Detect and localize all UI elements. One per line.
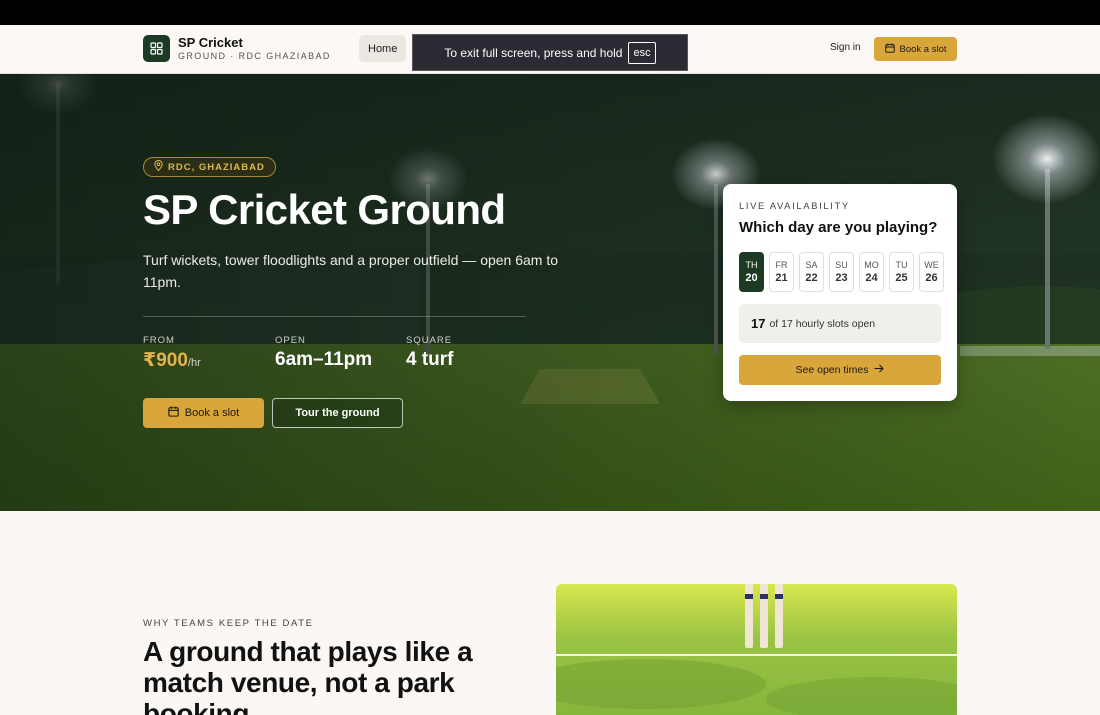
calendar-icon <box>884 42 895 56</box>
stat-square: SQUARE 4 turf <box>406 335 454 371</box>
slots-open-text: of 17 hourly slots open <box>769 317 876 330</box>
availability-title: Which day are you playing? <box>739 219 938 236</box>
stat-hours-label: OPEN <box>275 335 306 346</box>
day-num: 20 <box>745 271 758 284</box>
brand-subtitle: GROUND · RDC GHAZIABAD <box>178 50 331 61</box>
hero-section: RDC, GHAZIABAD SP Cricket Ground Turf wi… <box>0 74 1100 511</box>
stumps-photo <box>556 584 957 715</box>
day-option-mo[interactable]: MO 24 <box>859 252 884 292</box>
hero-description: Turf wickets, tower floodlights and a pr… <box>143 252 559 290</box>
day-dow: TH <box>745 259 758 270</box>
header-book-slot-label: Book a slot <box>899 43 947 55</box>
stat-hours-value: 6am–11pm <box>275 349 373 370</box>
brand-name: SP Cricket <box>178 34 243 50</box>
brand[interactable]: SP Cricket GROUND · RDC GHAZIABAD <box>143 35 331 62</box>
calendar-icon <box>168 406 179 420</box>
day-option-we[interactable]: WE 26 <box>919 252 944 292</box>
nav-home-link[interactable]: Home <box>359 35 407 62</box>
day-dow: SU <box>835 259 848 270</box>
fullscreen-exit-toast: To exit full screen, press and hold esc <box>412 34 688 71</box>
why-section: WHY TEAMS KEEP THE DATE A ground that pl… <box>0 511 1100 715</box>
hero-book-slot-label: Book a slot <box>184 407 240 419</box>
header-book-slot-button[interactable]: Book a slot <box>874 37 957 61</box>
stat-square-value: 4 turf <box>406 349 454 370</box>
browser-top-bar <box>0 0 1100 25</box>
stat-hours: OPEN 6am–11pm <box>275 335 372 371</box>
day-dow: MO <box>864 259 879 270</box>
see-open-times-label: See open times <box>795 364 869 376</box>
stat-square-label: SQUARE <box>406 335 453 346</box>
day-option-tu[interactable]: TU 25 <box>889 252 914 292</box>
tour-ground-button[interactable]: Tour the ground <box>272 398 403 428</box>
see-open-times-button[interactable]: See open times <box>739 355 941 385</box>
day-dow: FR <box>775 259 788 270</box>
availability-kicker: LIVE AVAILABILITY <box>739 201 850 212</box>
sign-in-link[interactable]: Sign in <box>830 42 861 53</box>
slots-summary: 17 of 17 hourly slots open <box>739 304 941 343</box>
day-option-th[interactable]: TH 20 <box>739 252 764 292</box>
grid-logo-icon <box>143 35 170 62</box>
location-pill: RDC, GHAZIABAD <box>143 157 276 177</box>
day-picker: TH 20 FR 21 SA 22 SU 23 MO 24 TU 25 WE 26 <box>739 252 944 292</box>
availability-card: LIVE AVAILABILITY Which day are you play… <box>723 184 957 401</box>
day-dow: SA <box>805 259 818 270</box>
slots-open-count: 17 <box>751 316 766 331</box>
esc-key-badge: esc <box>628 41 656 64</box>
stat-price-value: ₹900 <box>143 350 188 371</box>
day-option-sa[interactable]: SA 22 <box>799 252 824 292</box>
hero-book-slot-button[interactable]: Book a slot <box>143 398 264 428</box>
hero-divider <box>143 316 526 317</box>
day-option-fr[interactable]: FR 21 <box>769 252 794 292</box>
day-num: 25 <box>895 271 908 284</box>
hero-title: SP Cricket Ground <box>143 186 506 233</box>
day-num: 26 <box>925 271 938 284</box>
day-dow: WE <box>924 259 939 270</box>
day-num: 23 <box>835 271 848 284</box>
fullscreen-toast-message: To exit full screen, press and hold <box>444 45 623 60</box>
day-dow: TU <box>895 259 908 270</box>
day-option-su[interactable]: SU 23 <box>829 252 854 292</box>
location-label: RDC, GHAZIABAD <box>168 161 265 173</box>
stat-price: FROM ₹900/hr <box>143 335 201 372</box>
day-num: 21 <box>775 271 788 284</box>
why-title: A ground that plays like a match venue, … <box>143 636 473 715</box>
day-num: 24 <box>865 271 878 284</box>
stat-price-label: FROM <box>143 335 175 346</box>
stat-price-unit: /hr <box>187 357 201 369</box>
why-kicker: WHY TEAMS KEEP THE DATE <box>143 618 314 629</box>
day-num: 22 <box>805 271 818 284</box>
map-pin-icon <box>154 160 163 174</box>
arrow-right-icon <box>874 364 885 376</box>
